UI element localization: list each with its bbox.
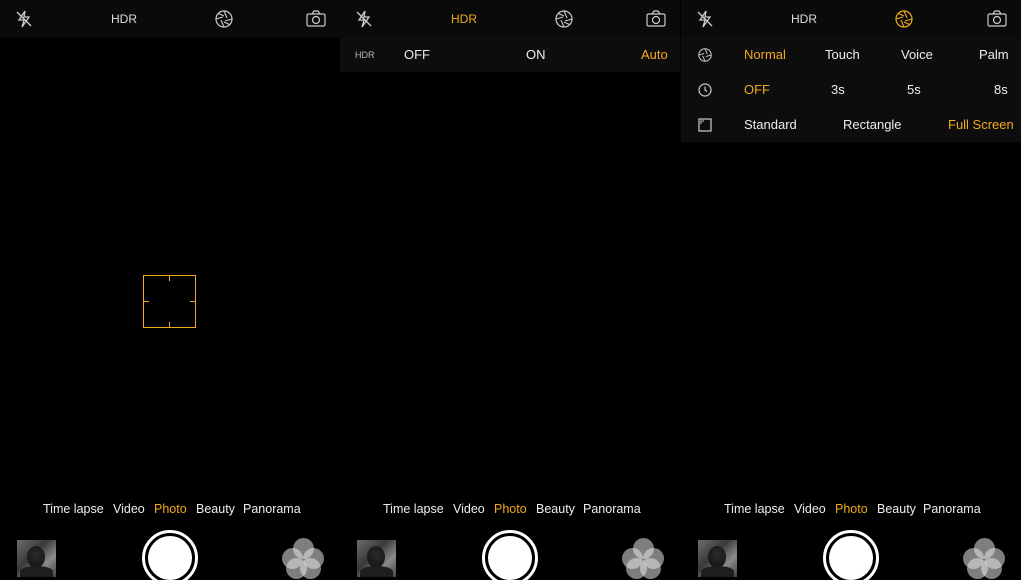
- shutter-method-row: Normal Touch Voice Palm: [681, 37, 1021, 72]
- switch-camera-icon[interactable]: [305, 0, 327, 37]
- hdr-option-on[interactable]: ON: [526, 37, 546, 72]
- ratio-option-full-screen[interactable]: Full Screen: [948, 107, 1014, 142]
- mode-panorama[interactable]: Panorama: [923, 502, 981, 516]
- gallery-thumbnail[interactable]: [17, 540, 56, 577]
- mode-beauty[interactable]: Beauty: [536, 502, 575, 516]
- timer-option-8s[interactable]: 8s: [994, 72, 1008, 107]
- mode-selector: Time lapse Video Photo Beauty Panorama: [0, 502, 340, 520]
- top-bar: HDR: [340, 0, 680, 37]
- top-bar: HDR: [0, 0, 340, 37]
- timer-option-3s[interactable]: 3s: [831, 72, 845, 107]
- timer-option-off[interactable]: OFF: [744, 72, 770, 107]
- mode-video[interactable]: Video: [794, 502, 826, 516]
- camera-screen-default: HDR Time lapse Video Photo Beauty Panora…: [0, 0, 340, 580]
- shutter-option-palm[interactable]: Palm: [979, 37, 1009, 72]
- switch-camera-icon[interactable]: [986, 0, 1008, 37]
- mode-photo[interactable]: Photo: [154, 502, 187, 516]
- mode-photo[interactable]: Photo: [494, 502, 527, 516]
- aspect-ratio-row: Standard Rectangle Full Screen: [681, 107, 1021, 142]
- ratio-option-standard[interactable]: Standard: [744, 107, 797, 142]
- mode-beauty[interactable]: Beauty: [877, 502, 916, 516]
- gallery-thumbnail[interactable]: [698, 540, 737, 577]
- mode-panorama[interactable]: Panorama: [583, 502, 641, 516]
- flash-off-icon[interactable]: [354, 0, 374, 37]
- timer-row: OFF 3s 5s 8s: [681, 72, 1021, 107]
- hdr-button[interactable]: HDR: [784, 0, 824, 37]
- ratio-option-rectangle[interactable]: Rectangle: [843, 107, 902, 142]
- shutter-button[interactable]: [142, 530, 198, 580]
- mode-time-lapse[interactable]: Time lapse: [724, 502, 785, 516]
- shutter-option-touch[interactable]: Touch: [825, 37, 860, 72]
- flash-off-icon[interactable]: [695, 0, 715, 37]
- hdr-button[interactable]: HDR: [444, 0, 484, 37]
- aperture-icon[interactable]: [214, 0, 234, 37]
- hdr-options-row: HDR OFF ON Auto: [340, 37, 680, 72]
- switch-camera-icon[interactable]: [645, 0, 667, 37]
- timer-icon: [698, 72, 712, 107]
- top-bar: HDR: [681, 0, 1021, 37]
- shutter-option-voice[interactable]: Voice: [901, 37, 933, 72]
- hdr-label: HDR: [451, 11, 477, 26]
- hdr-button[interactable]: HDR: [104, 0, 144, 37]
- aperture-icon[interactable]: [894, 0, 914, 37]
- shutter-button[interactable]: [482, 530, 538, 580]
- hdr-row-label: HDR: [355, 49, 375, 60]
- filters-icon[interactable]: [622, 538, 664, 580]
- gallery-thumbnail[interactable]: [357, 540, 396, 577]
- aspect-ratio-icon: [698, 107, 712, 142]
- focus-frame: [143, 275, 196, 328]
- camera-screen-hdr-menu: HDR HDR OFF ON Auto Time lapse Video Pho…: [340, 0, 680, 580]
- flash-off-icon[interactable]: [14, 0, 34, 37]
- mode-selector: Time lapse Video Photo Beauty Panorama: [340, 502, 680, 520]
- mode-selector: Time lapse Video Photo Beauty Panorama: [681, 502, 1021, 520]
- filters-icon[interactable]: [282, 538, 324, 580]
- camera-screen-settings-menu: HDR Normal Touch Voice Palm OFF 3s 5s 8s…: [681, 0, 1021, 580]
- filters-icon[interactable]: [963, 538, 1005, 580]
- hdr-option-auto[interactable]: Auto: [641, 37, 668, 72]
- mode-photo[interactable]: Photo: [835, 502, 868, 516]
- timer-option-5s[interactable]: 5s: [907, 72, 921, 107]
- mode-panorama[interactable]: Panorama: [243, 502, 301, 516]
- aperture-icon: [698, 37, 712, 72]
- hdr-label: HDR: [111, 11, 137, 26]
- hdr-option-off[interactable]: OFF: [404, 37, 430, 72]
- hdr-label: HDR: [791, 11, 817, 26]
- shutter-button[interactable]: [823, 530, 879, 580]
- aperture-icon[interactable]: [554, 0, 574, 37]
- mode-video[interactable]: Video: [453, 502, 485, 516]
- mode-video[interactable]: Video: [113, 502, 145, 516]
- mode-time-lapse[interactable]: Time lapse: [43, 502, 104, 516]
- mode-beauty[interactable]: Beauty: [196, 502, 235, 516]
- shutter-option-normal[interactable]: Normal: [744, 37, 786, 72]
- mode-time-lapse[interactable]: Time lapse: [383, 502, 444, 516]
